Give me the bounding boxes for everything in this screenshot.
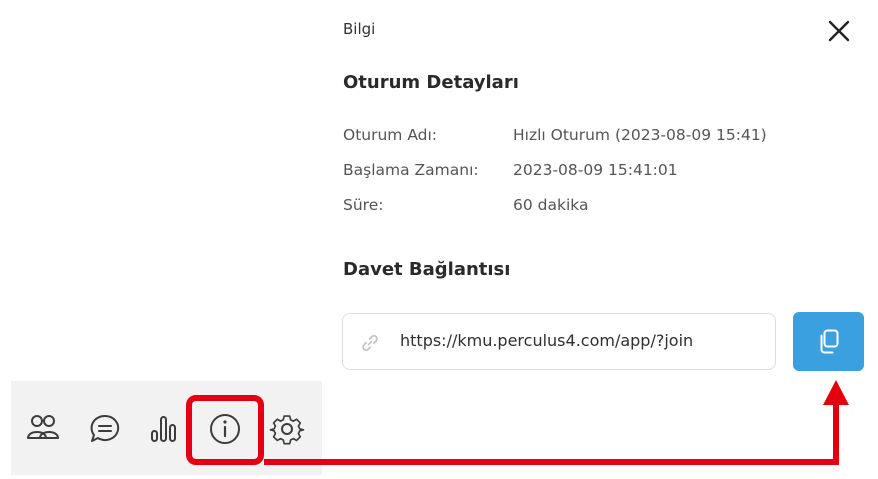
annotation-arrow	[264, 380, 849, 465]
